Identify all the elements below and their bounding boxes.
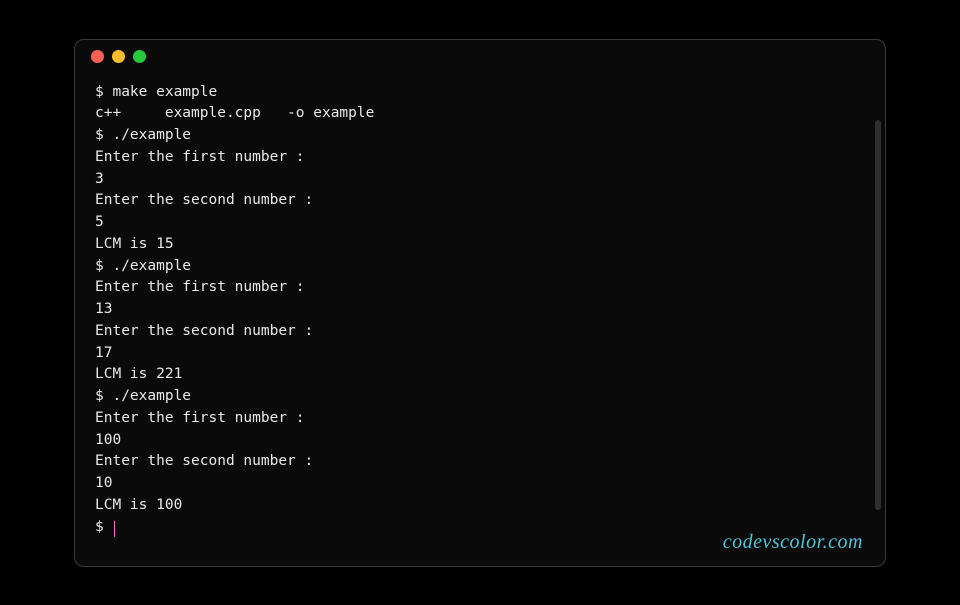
scrollbar[interactable] [875,120,881,510]
watermark-text: codevscolor.com [723,531,863,554]
terminal-line: $ ./example [95,127,191,143]
terminal-line: 5 [95,214,104,230]
terminal-line: Enter the second number : [95,323,313,339]
window-titlebar [75,40,885,74]
terminal-line: Enter the first number : [95,149,305,165]
terminal-line: $ make example [95,84,217,100]
close-icon[interactable] [91,50,104,63]
terminal-line: Enter the first number : [95,279,305,295]
minimize-icon[interactable] [112,50,125,63]
terminal-window: $ make example c++ example.cpp -o exampl… [74,39,886,567]
terminal-prompt: $ [95,519,112,535]
terminal-line: 10 [95,475,112,491]
terminal-line: Enter the second number : [95,192,313,208]
terminal-line: Enter the first number : [95,410,305,426]
terminal-line: LCM is 221 [95,366,182,382]
terminal-line: $ ./example [95,388,191,404]
terminal-line: 100 [95,432,121,448]
terminal-line: 13 [95,301,112,317]
zoom-icon[interactable] [133,50,146,63]
terminal-line: LCM is 15 [95,236,174,252]
terminal-output[interactable]: $ make example c++ example.cpp -o exampl… [75,74,885,539]
terminal-line: c++ example.cpp -o example [95,105,374,121]
terminal-line: $ ./example [95,258,191,274]
terminal-line: 3 [95,171,104,187]
cursor-icon [114,521,115,537]
terminal-line: 17 [95,345,112,361]
terminal-line: Enter the second number : [95,453,313,469]
terminal-line: LCM is 100 [95,497,182,513]
